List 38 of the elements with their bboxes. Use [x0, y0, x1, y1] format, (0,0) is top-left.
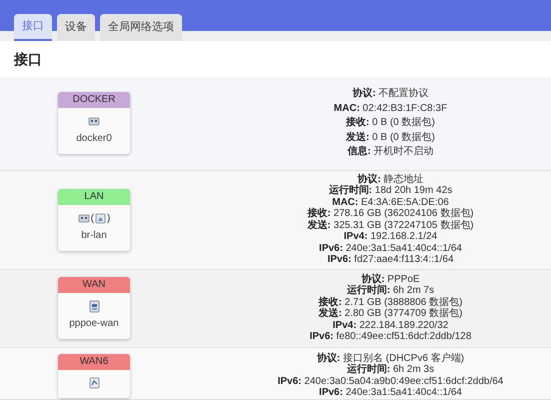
detail-line: IPv6: fe80::49ee:cf51:6dcf:2ddb/128 — [310, 331, 472, 342]
detail-line: IPv4: 222.184.189.220/32 — [332, 320, 448, 331]
detail-line: 运行时间: 6h 2m 3s — [346, 364, 434, 376]
detail-line: MAC: 02:42:B3:1F:C8:3F — [334, 102, 448, 116]
detail-line: IPv6: fd27:aae4:f113:4::1/64 — [327, 254, 454, 266]
detail-line: 协议: 接口别名 (DHCPv6 客户端) — [316, 352, 464, 364]
interface-name: WAN — [58, 277, 130, 293]
detail-line: IPv4: 192.168.2.1/24 — [344, 231, 438, 242]
tab[interactable]: 接口 — [14, 14, 52, 41]
detail-line: 发送: 2.80 GB (3774709 数据包) — [318, 308, 462, 320]
detail-line: 信息: 开机时不启动 — [347, 145, 434, 159]
device-name: docker0 — [76, 132, 112, 146]
detail-line: 协议: 静态地址 — [357, 174, 424, 184]
bracket: ) — [107, 212, 110, 226]
tab[interactable]: 全局网络选项 — [100, 14, 182, 41]
tab[interactable]: 设备 — [57, 14, 95, 41]
network-port-icon — [78, 212, 90, 224]
network-port-icon — [88, 116, 100, 128]
interface-name: DOCKER — [58, 92, 130, 108]
detail-line: MAC: E4:3A:6E:5A:DE:06 — [332, 196, 449, 208]
bracket: ( — [90, 212, 94, 226]
detail-line: IPv6: 240e:3a0:5a04:a9b0:49ee:cf51:6dcf:2ddb/64 — [278, 376, 504, 387]
detail-line: 接收: 0 B (0 数据包) — [346, 116, 435, 130]
detail-line: 发送: 325.31 GB (372247105 数据包) — [307, 220, 474, 231]
section-title: 接口 — [14, 50, 42, 68]
interface-name: LAN — [58, 188, 130, 204]
detail-line: 接收: 278.16 GB (362024106 数据包) — [307, 208, 474, 219]
detail-line: 协议: PPPoE — [361, 274, 420, 284]
device-name: br-lan — [81, 228, 107, 242]
detail-line: 运行时间: 18d 20h 19m 42s — [328, 185, 452, 196]
detail-line: 协议: 不配置协议 — [352, 87, 429, 101]
detail-line: 接收: 2.71 GB (3888806 数据包) — [318, 296, 462, 308]
device-name: pppoe-wan — [69, 317, 119, 331]
interface-name: WAN6 — [58, 354, 130, 370]
detail-line: IPv6: 240e:3a1:5a41:40c4::1/64 — [319, 387, 462, 398]
detail-line: 发送: 0 B (0 数据包) — [346, 130, 435, 144]
detail-line: IPv6: 240e:3a1:5a41:40c4::1/64 — [319, 242, 462, 254]
detail-line: 运行时间: 6h 2m 7s — [346, 285, 434, 296]
